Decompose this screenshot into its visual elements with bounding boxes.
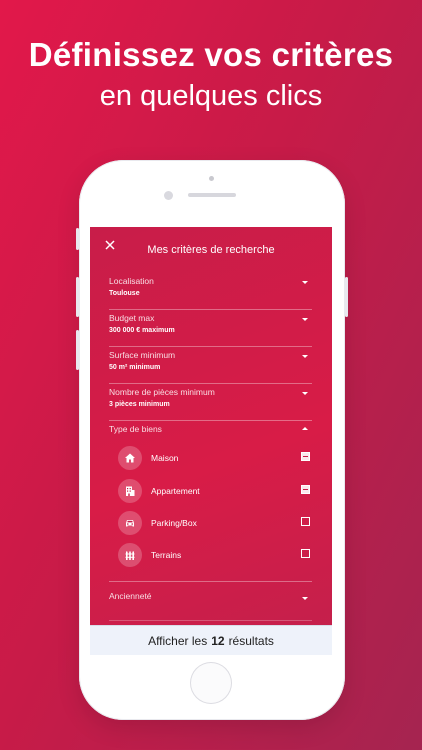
chevron-down-icon [302, 355, 308, 358]
phone-camera [164, 191, 173, 200]
property-type-item-maison[interactable]: Maison [118, 446, 312, 470]
property-type-item-appartement[interactable]: Appartement [118, 479, 312, 503]
phone-volume-up-button [76, 277, 79, 317]
criteria-row-location[interactable]: Localisation Toulouse [109, 273, 312, 310]
property-type-label: Type de biens [109, 424, 162, 434]
phone-side-button [76, 228, 79, 250]
property-type-label: Parking/Box [151, 518, 197, 528]
top-bar: Mes critères de recherche [90, 227, 332, 273]
chevron-down-icon [302, 318, 308, 321]
property-type-label: Terrains [151, 550, 182, 560]
results-count: 12 [211, 634, 225, 648]
criteria-value: 300 000 € maximum [109, 327, 175, 334]
property-type-item-terrains[interactable]: Terrains [118, 543, 312, 567]
criteria-value: 50 m² minimum [109, 364, 161, 371]
chevron-down-icon [302, 392, 308, 395]
property-type-label: Appartement [151, 486, 200, 496]
cta-prefix: Afficher les [148, 634, 208, 648]
chevron-up-icon[interactable] [302, 427, 308, 430]
show-results-button[interactable]: Afficher les 12 résultats [90, 625, 332, 655]
criteria-value: 3 pièces minimum [109, 401, 170, 408]
property-type-checkbox[interactable] [301, 549, 310, 558]
criteria-row-surface[interactable]: Surface minimum 50 m² minimum [109, 347, 312, 384]
phone-sensor [209, 176, 214, 181]
phone-mockup: Mes critères de recherche Localisation T… [76, 160, 348, 720]
page-title: Mes critères de recherche [147, 244, 275, 256]
criteria-row-budget[interactable]: Budget max 300 000 € maximum [109, 310, 312, 347]
property-type-checkbox[interactable] [301, 452, 310, 461]
criteria-label: Localisation [109, 276, 154, 286]
fence-icon [118, 543, 142, 567]
phone-home-button [190, 662, 232, 704]
chevron-down-icon [302, 281, 308, 284]
chevron-down-icon [302, 597, 308, 600]
property-type-item-parking[interactable]: Parking/Box [118, 511, 312, 535]
criteria-label: Surface minimum [109, 350, 176, 360]
subline: en quelques clics [99, 80, 323, 112]
phone-speaker [188, 193, 236, 197]
criteria-label: Budget max [109, 313, 155, 323]
phone-power-button [345, 277, 348, 317]
criteria-label: Nombre de pièces minimum [109, 387, 215, 397]
criteria-value: Toulouse [109, 290, 140, 297]
phone-volume-down-button [76, 330, 79, 370]
car-icon [118, 511, 142, 535]
property-type-label: Maison [151, 453, 179, 463]
age-label: Ancienneté [109, 591, 152, 601]
criteria-row-age[interactable]: Ancienneté [109, 582, 312, 621]
house-icon [118, 446, 142, 470]
cta-suffix: résultats [228, 634, 274, 648]
property-type-checkbox[interactable] [301, 517, 310, 526]
property-type-checkbox[interactable] [301, 485, 310, 494]
criteria-row-rooms[interactable]: Nombre de pièces minimum 3 pièces minimu… [109, 384, 312, 421]
phone-screen: Mes critères de recherche Localisation T… [90, 227, 332, 655]
headline: Définissez vos critères [28, 36, 394, 73]
building-icon [118, 479, 142, 503]
